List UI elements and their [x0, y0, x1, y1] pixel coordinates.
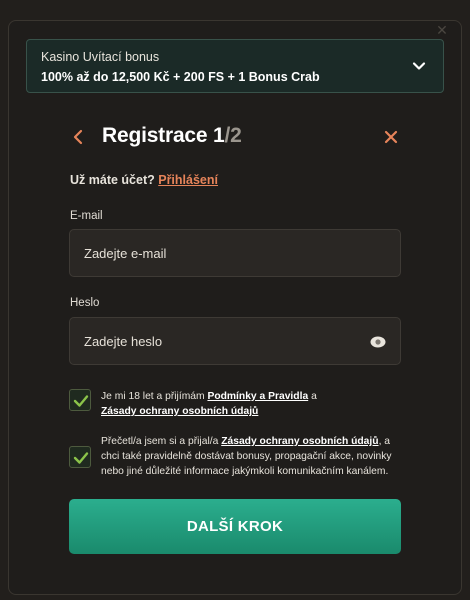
- password-label: Heslo: [70, 297, 100, 309]
- eye-icon[interactable]: [370, 335, 386, 349]
- login-prompt: Už máte účet? Přihlášení: [70, 173, 218, 187]
- terms-conditions-link[interactable]: Podmínky a Pravidla: [207, 391, 308, 402]
- checkmark-icon: [73, 452, 89, 464]
- email-label: E-mail: [70, 210, 103, 222]
- step-total: /2: [224, 124, 242, 147]
- email-field-wrapper: [69, 229, 401, 277]
- terms-consent-row: Je mi 18 let a přijímám Podmínky a Pravi…: [69, 389, 409, 419]
- marketing-prefix: Přečetl/a jsem si a přijal/a: [101, 436, 219, 447]
- close-icon[interactable]: [382, 128, 400, 146]
- step-current: 1: [213, 124, 225, 147]
- title-text: Registrace: [102, 124, 208, 147]
- chevron-left-icon[interactable]: [70, 126, 86, 148]
- marketing-checkbox[interactable]: [69, 446, 91, 468]
- email-field[interactable]: [70, 230, 400, 276]
- bonus-selector[interactable]: Kasino Uvítací bonus 100% až do 12,500 K…: [26, 39, 444, 93]
- terms-text: Je mi 18 let a přijímám Podmínky a Pravi…: [101, 389, 406, 419]
- bonus-description: 100% až do 12,500 Kč + 200 FS + 1 Bonus …: [41, 70, 320, 84]
- dismiss-icon[interactable]: ✕: [433, 23, 451, 37]
- login-prompt-text: Už máte účet?: [70, 173, 155, 187]
- terms-checkbox[interactable]: [69, 389, 91, 411]
- privacy-policy-link[interactable]: Zásady ochrany osobních údajů: [101, 406, 258, 417]
- terms-prefix: Je mi 18 let a přijímám: [101, 391, 205, 402]
- marketing-text: Přečetl/a jsem si a přijal/a Zásady ochr…: [101, 434, 406, 479]
- registration-header: Registrace 1/2: [70, 120, 400, 154]
- terms-middle: a: [311, 391, 317, 402]
- chevron-down-icon[interactable]: [411, 58, 427, 74]
- marketing-privacy-link[interactable]: Zásady ochrany osobních údajů: [221, 436, 378, 447]
- next-step-button[interactable]: DALŠÍ KROK: [69, 499, 401, 554]
- page-title: Registrace 1/2: [102, 124, 242, 148]
- login-link[interactable]: Přihlášení: [158, 173, 218, 187]
- marketing-consent-row: Přečetl/a jsem si a přijal/a Zásady ochr…: [69, 434, 409, 480]
- password-field-wrapper: [69, 317, 401, 365]
- bonus-title: Kasino Uvítací bonus: [41, 50, 160, 64]
- password-field[interactable]: [70, 318, 400, 364]
- checkmark-icon: [73, 395, 89, 407]
